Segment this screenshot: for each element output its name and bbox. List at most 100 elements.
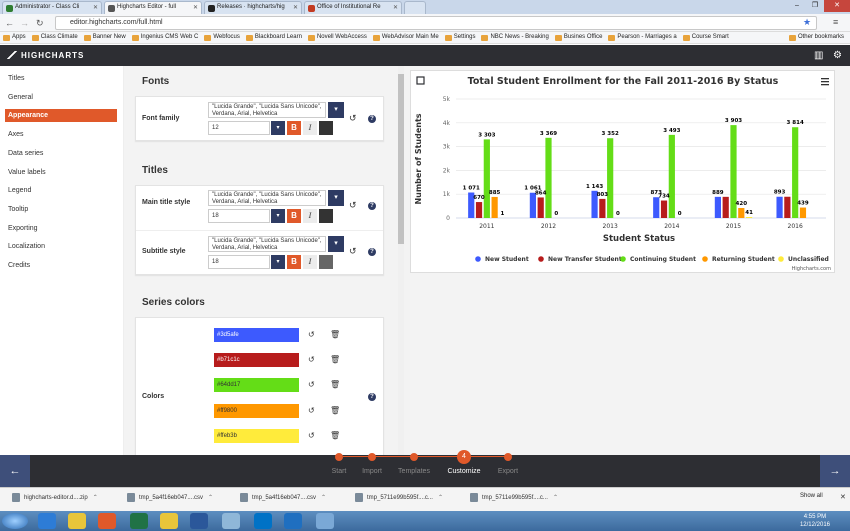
bookmark-item[interactable]: Ingenius CMS Web C — [129, 32, 202, 43]
step-marker[interactable] — [504, 453, 512, 461]
download-options-icon[interactable]: ⌃ — [438, 495, 443, 501]
browser-tab-active[interactable]: Highcharts Editor - full ✕ — [104, 1, 202, 14]
explorer-taskbar-icon[interactable] — [160, 513, 178, 529]
close-tab-icon[interactable]: ✕ — [93, 4, 98, 11]
bookmark-item[interactable]: Class Climate — [29, 32, 81, 43]
reset-color-icon[interactable]: ↺ — [308, 355, 315, 364]
close-tab-icon[interactable]: ✕ — [193, 4, 198, 11]
main-title-italic-button[interactable]: I — [303, 209, 317, 223]
legend-marker[interactable] — [475, 256, 481, 262]
sidebar-item-general[interactable]: General — [5, 91, 117, 104]
series-color-swatch[interactable]: #ff9800 — [214, 403, 299, 418]
bar-new-student[interactable] — [714, 196, 721, 218]
sidebar-item-localization[interactable]: Localization — [5, 240, 117, 253]
font-size-input[interactable]: 12 — [208, 121, 270, 135]
system-clock[interactable]: 4:55 PM 12/12/2016 — [800, 513, 830, 529]
main-title-size-dropdown-button[interactable]: ▾ — [271, 209, 285, 223]
download-item[interactable]: tmp_5a4f16eb047....csv ⌃ — [240, 493, 326, 502]
bar-returning-student[interactable] — [491, 196, 498, 218]
bar-continuing-student[interactable] — [668, 134, 675, 218]
expand-icon[interactable] — [416, 76, 425, 85]
main-title-size-input[interactable]: 18 — [208, 209, 270, 223]
delete-color-icon[interactable]: 🗑 — [330, 431, 340, 440]
word-taskbar-icon[interactable] — [190, 513, 208, 529]
step-marker[interactable] — [368, 453, 376, 461]
bookmark-item[interactable]: Course Smart — [680, 32, 732, 43]
step-marker[interactable] — [335, 453, 343, 461]
bookmark-item[interactable]: Settings — [442, 32, 479, 43]
sidebar-item-tooltip[interactable]: Tooltip — [5, 203, 117, 216]
bookmark-star-icon[interactable]: ★ — [803, 17, 811, 28]
bookmark-item[interactable]: WebAdvisor Main Me — [370, 32, 442, 43]
main-title-bold-button[interactable]: B — [287, 209, 301, 223]
reset-color-icon[interactable]: ↺ — [308, 406, 315, 415]
reset-color-icon[interactable]: ↺ — [308, 431, 315, 440]
sidebar-item-titles[interactable]: Titles — [5, 72, 117, 85]
main-title-color-button[interactable] — [319, 209, 333, 223]
series-color-swatch[interactable]: #b71c1c — [214, 353, 299, 368]
bold-button[interactable]: B — [287, 121, 301, 135]
download-item[interactable]: highcharts-editor.d....zip ⌃ — [12, 493, 98, 502]
sidebar-item-data-series[interactable]: Data series — [5, 147, 117, 160]
close-tab-icon[interactable]: ✕ — [293, 4, 298, 11]
subtitle-font-dropdown-button[interactable]: ▾ — [328, 236, 344, 252]
bar-new-student[interactable] — [776, 196, 783, 218]
font-family-dropdown-button[interactable]: ▾ — [328, 102, 344, 118]
bookmark-item[interactable]: Novell WebAccess — [305, 32, 370, 43]
bar-new-transfer-student[interactable] — [599, 198, 606, 218]
back-icon[interactable]: ← — [5, 18, 14, 28]
bar-returning-student[interactable] — [799, 207, 807, 218]
forward-icon[interactable]: → — [20, 18, 29, 28]
legend-item[interactable]: New Student — [485, 256, 529, 263]
bar-new-transfer-student[interactable] — [660, 200, 668, 218]
gear-icon[interactable]: ⚙ — [833, 50, 842, 61]
series-color-swatch[interactable]: #3d5afe — [214, 328, 299, 342]
bookmark-item[interactable]: Blackboard Learn — [243, 32, 305, 43]
series-color-swatch[interactable]: #64dd17 — [214, 378, 299, 393]
ie-taskbar-icon[interactable] — [38, 513, 56, 529]
italic-button[interactable]: I — [303, 121, 317, 135]
legend-item[interactable]: Returning Student — [712, 256, 775, 263]
outlook-taskbar-icon[interactable] — [254, 513, 272, 529]
browser-tab[interactable]: Office of Institutional Re ✕ — [304, 1, 402, 14]
subtitle-size-dropdown-button[interactable]: ▾ — [271, 255, 285, 269]
bar-new-student[interactable] — [529, 192, 536, 218]
subtitle-font-input[interactable]: "Lucida Grande", "Lucida Sans Unicode", … — [208, 236, 326, 252]
download-options-icon[interactable]: ⌃ — [208, 495, 213, 501]
bar-unclassified[interactable] — [746, 217, 753, 218]
bookmark-item[interactable]: NBC News - Breaking — [478, 32, 551, 43]
step-marker[interactable]: 4 — [457, 450, 471, 464]
excel-taskbar-icon[interactable] — [130, 513, 148, 529]
download-options-icon[interactable]: ⌃ — [553, 495, 558, 501]
main-title-font-input[interactable]: "Lucida Grande", "Lucida Sans Unicode", … — [208, 190, 326, 206]
bar-new-transfer-student[interactable] — [537, 197, 544, 218]
bar-new-student[interactable] — [653, 197, 660, 218]
subtitle-color-button[interactable] — [319, 255, 333, 269]
reset-icon[interactable]: ↺ — [349, 246, 357, 257]
lync-taskbar-icon[interactable] — [284, 513, 302, 529]
help-icon[interactable]: ? — [368, 393, 376, 401]
font-color-button[interactable] — [319, 121, 333, 135]
legend-marker[interactable] — [702, 256, 708, 262]
reset-icon[interactable]: ↺ — [349, 113, 357, 124]
step-marker[interactable] — [410, 453, 418, 461]
step-customize[interactable]: Customize — [444, 468, 484, 475]
step-import[interactable]: Import — [352, 468, 392, 475]
reset-color-icon[interactable]: ↺ — [308, 330, 315, 339]
legend-marker[interactable] — [538, 256, 544, 262]
other-bookmarks[interactable]: Other bookmarks — [786, 32, 850, 41]
sidebar-item-credits[interactable]: Credits — [5, 259, 117, 272]
close-window-icon[interactable]: ✕ — [824, 0, 850, 12]
reset-color-icon[interactable]: ↺ — [308, 380, 315, 389]
bookmark-item[interactable]: Banner New — [81, 32, 129, 43]
delete-color-icon[interactable]: 🗑 — [330, 380, 340, 389]
new-tab-button[interactable] — [404, 1, 426, 14]
bookmark-item[interactable]: Apps — [0, 32, 29, 43]
bar-returning-student[interactable] — [738, 208, 745, 218]
download-item[interactable]: tmp_5711e99b595f....c... ⌃ — [470, 493, 558, 502]
show-all-downloads-button[interactable]: Show all — [800, 493, 823, 499]
browser-tab[interactable]: Administrator - Class Cli ✕ — [2, 1, 102, 14]
bar-chart-icon[interactable]: ▥ — [814, 50, 823, 61]
bookmark-item[interactable]: Webfocus — [201, 32, 243, 43]
legend-item[interactable]: New Transfer Student — [548, 256, 622, 263]
